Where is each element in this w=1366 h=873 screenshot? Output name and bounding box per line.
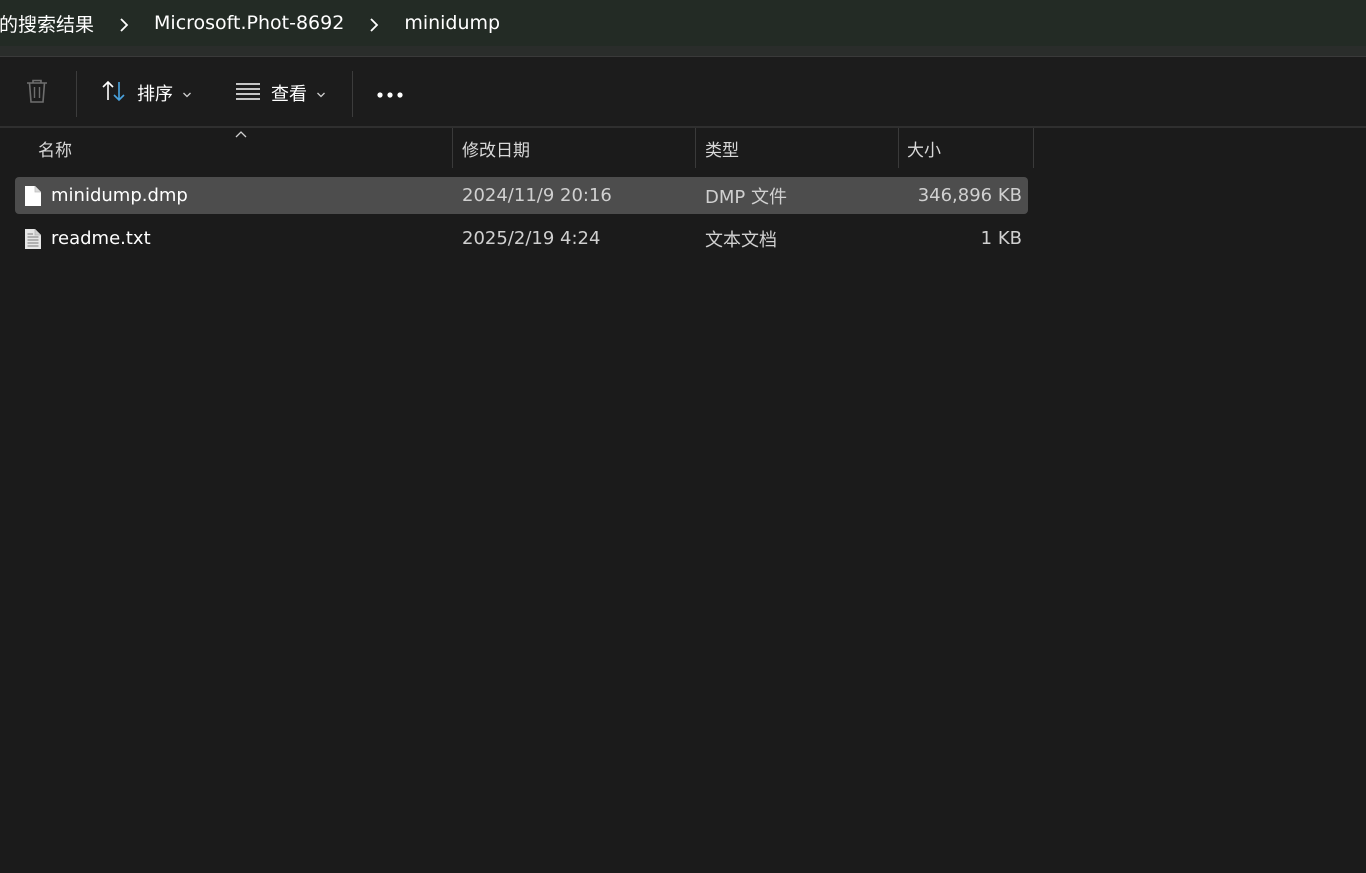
more-options-button[interactable] — [376, 74, 404, 112]
chevron-right-icon[interactable] — [344, 11, 404, 35]
file-name: minidump.dmp — [51, 185, 188, 206]
chevron-down-icon — [316, 83, 326, 104]
breadcrumb-item-search-results[interactable]: 的搜索结果 — [0, 10, 94, 37]
toolbar: 排序 查看 — [0, 57, 1366, 127]
view-list-icon — [235, 81, 261, 106]
sort-ascending-icon — [233, 124, 249, 143]
column-divider[interactable] — [898, 128, 899, 168]
chevron-right-icon[interactable] — [94, 11, 154, 35]
divider — [0, 126, 1366, 128]
column-divider[interactable] — [452, 128, 453, 168]
trash-icon — [24, 77, 50, 110]
file-type: DMP 文件 — [705, 186, 787, 208]
more-icon — [376, 83, 404, 104]
blank-file-icon — [24, 185, 42, 211]
file-date: 2024/11/9 20:16 — [462, 185, 612, 206]
delete-button[interactable] — [24, 74, 50, 112]
view-label: 查看 — [271, 84, 307, 105]
toolbar-separator — [76, 71, 77, 117]
toolbar-separator — [352, 71, 353, 117]
chevron-down-icon — [182, 83, 192, 104]
column-divider[interactable] — [695, 128, 696, 168]
breadcrumb: 的搜索结果 Microsoft.Phot-8692 minidump — [0, 0, 1366, 46]
sort-icon — [101, 79, 127, 108]
file-size: 346,896 KB — [917, 185, 1022, 206]
sort-button[interactable]: 排序 — [101, 74, 192, 112]
file-type: 文本文档 — [705, 229, 777, 251]
column-divider[interactable] — [1033, 128, 1034, 168]
file-date: 2025/2/19 4:24 — [462, 228, 601, 249]
breadcrumb-item-microsoft-phot[interactable]: Microsoft.Phot-8692 — [154, 12, 344, 34]
file-row[interactable]: minidump.dmp 2024/11/9 20:16 DMP 文件 346,… — [15, 177, 1028, 214]
text-file-icon — [24, 228, 42, 254]
breadcrumb-item-minidump[interactable]: minidump — [404, 12, 500, 34]
column-header-name[interactable]: 名称 — [38, 128, 72, 168]
file-row[interactable]: readme.txt 2025/2/19 4:24 文本文档 1 KB — [15, 220, 1028, 257]
file-name: readme.txt — [51, 228, 151, 249]
file-size: 1 KB — [980, 228, 1022, 249]
column-header-date[interactable]: 修改日期 — [462, 128, 530, 168]
column-header-size[interactable]: 大小 — [907, 128, 941, 168]
sort-label: 排序 — [137, 84, 173, 105]
column-header-type[interactable]: 类型 — [705, 128, 739, 168]
view-button[interactable]: 查看 — [235, 74, 326, 112]
